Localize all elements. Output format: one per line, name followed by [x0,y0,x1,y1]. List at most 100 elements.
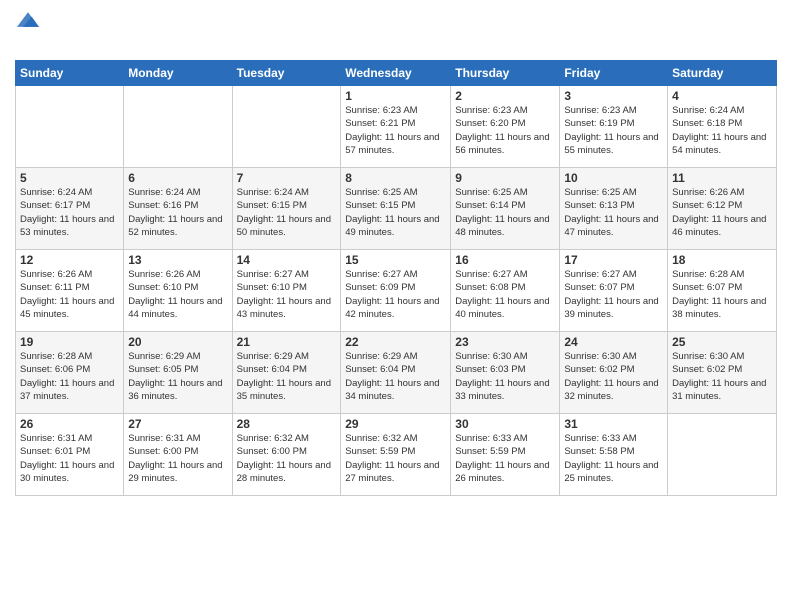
calendar-cell: 19Sunrise: 6:28 AM Sunset: 6:06 PM Dayli… [16,332,124,414]
day-number: 15 [345,253,446,267]
col-header-saturday: Saturday [668,61,777,86]
calendar-cell: 10Sunrise: 6:25 AM Sunset: 6:13 PM Dayli… [560,168,668,250]
day-info: Sunrise: 6:31 AM Sunset: 6:00 PM Dayligh… [128,432,227,485]
day-number: 28 [237,417,337,431]
day-number: 14 [237,253,337,267]
calendar-cell: 14Sunrise: 6:27 AM Sunset: 6:10 PM Dayli… [232,250,341,332]
day-number: 18 [672,253,772,267]
calendar-cell: 21Sunrise: 6:29 AM Sunset: 6:04 PM Dayli… [232,332,341,414]
calendar-week-row: 19Sunrise: 6:28 AM Sunset: 6:06 PM Dayli… [16,332,777,414]
page: SundayMondayTuesdayWednesdayThursdayFrid… [0,0,792,612]
day-info: Sunrise: 6:26 AM Sunset: 6:12 PM Dayligh… [672,186,772,239]
col-header-friday: Friday [560,61,668,86]
day-number: 19 [20,335,119,349]
calendar-cell [668,414,777,496]
col-header-sunday: Sunday [16,61,124,86]
calendar-cell: 18Sunrise: 6:28 AM Sunset: 6:07 PM Dayli… [668,250,777,332]
day-info: Sunrise: 6:23 AM Sunset: 6:19 PM Dayligh… [564,104,663,157]
day-number: 27 [128,417,227,431]
calendar-table: SundayMondayTuesdayWednesdayThursdayFrid… [15,60,777,496]
day-number: 3 [564,89,663,103]
calendar-week-row: 1Sunrise: 6:23 AM Sunset: 6:21 PM Daylig… [16,86,777,168]
col-header-wednesday: Wednesday [341,61,451,86]
calendar-cell: 28Sunrise: 6:32 AM Sunset: 6:00 PM Dayli… [232,414,341,496]
col-header-tuesday: Tuesday [232,61,341,86]
day-info: Sunrise: 6:27 AM Sunset: 6:07 PM Dayligh… [564,268,663,321]
calendar-cell: 5Sunrise: 6:24 AM Sunset: 6:17 PM Daylig… [16,168,124,250]
day-number: 9 [455,171,555,185]
calendar-cell: 20Sunrise: 6:29 AM Sunset: 6:05 PM Dayli… [124,332,232,414]
day-info: Sunrise: 6:26 AM Sunset: 6:10 PM Dayligh… [128,268,227,321]
calendar-cell: 13Sunrise: 6:26 AM Sunset: 6:10 PM Dayli… [124,250,232,332]
day-info: Sunrise: 6:27 AM Sunset: 6:10 PM Dayligh… [237,268,337,321]
calendar-cell [16,86,124,168]
calendar-cell: 22Sunrise: 6:29 AM Sunset: 6:04 PM Dayli… [341,332,451,414]
day-info: Sunrise: 6:29 AM Sunset: 6:04 PM Dayligh… [237,350,337,403]
calendar-cell: 2Sunrise: 6:23 AM Sunset: 6:20 PM Daylig… [451,86,560,168]
calendar-cell: 25Sunrise: 6:30 AM Sunset: 6:02 PM Dayli… [668,332,777,414]
day-info: Sunrise: 6:27 AM Sunset: 6:09 PM Dayligh… [345,268,446,321]
calendar-cell: 17Sunrise: 6:27 AM Sunset: 6:07 PM Dayli… [560,250,668,332]
calendar-cell: 8Sunrise: 6:25 AM Sunset: 6:15 PM Daylig… [341,168,451,250]
day-number: 24 [564,335,663,349]
day-number: 21 [237,335,337,349]
day-number: 31 [564,417,663,431]
calendar-cell: 31Sunrise: 6:33 AM Sunset: 5:58 PM Dayli… [560,414,668,496]
day-number: 25 [672,335,772,349]
day-number: 8 [345,171,446,185]
day-info: Sunrise: 6:24 AM Sunset: 6:16 PM Dayligh… [128,186,227,239]
day-number: 7 [237,171,337,185]
day-number: 23 [455,335,555,349]
calendar-cell: 4Sunrise: 6:24 AM Sunset: 6:18 PM Daylig… [668,86,777,168]
calendar-cell: 12Sunrise: 6:26 AM Sunset: 6:11 PM Dayli… [16,250,124,332]
day-info: Sunrise: 6:25 AM Sunset: 6:14 PM Dayligh… [455,186,555,239]
day-number: 6 [128,171,227,185]
day-info: Sunrise: 6:32 AM Sunset: 5:59 PM Dayligh… [345,432,446,485]
day-number: 5 [20,171,119,185]
calendar-cell: 7Sunrise: 6:24 AM Sunset: 6:15 PM Daylig… [232,168,341,250]
day-number: 17 [564,253,663,267]
day-info: Sunrise: 6:25 AM Sunset: 6:15 PM Dayligh… [345,186,446,239]
day-info: Sunrise: 6:33 AM Sunset: 5:58 PM Dayligh… [564,432,663,485]
logo [15,10,39,52]
day-info: Sunrise: 6:24 AM Sunset: 6:15 PM Dayligh… [237,186,337,239]
calendar-cell [232,86,341,168]
calendar-cell: 23Sunrise: 6:30 AM Sunset: 6:03 PM Dayli… [451,332,560,414]
day-info: Sunrise: 6:30 AM Sunset: 6:03 PM Dayligh… [455,350,555,403]
calendar-cell: 9Sunrise: 6:25 AM Sunset: 6:14 PM Daylig… [451,168,560,250]
calendar-cell: 15Sunrise: 6:27 AM Sunset: 6:09 PM Dayli… [341,250,451,332]
day-info: Sunrise: 6:30 AM Sunset: 6:02 PM Dayligh… [564,350,663,403]
calendar-cell: 29Sunrise: 6:32 AM Sunset: 5:59 PM Dayli… [341,414,451,496]
logo-icon [17,10,39,32]
day-info: Sunrise: 6:32 AM Sunset: 6:00 PM Dayligh… [237,432,337,485]
day-info: Sunrise: 6:28 AM Sunset: 6:07 PM Dayligh… [672,268,772,321]
day-number: 10 [564,171,663,185]
day-number: 12 [20,253,119,267]
day-info: Sunrise: 6:29 AM Sunset: 6:04 PM Dayligh… [345,350,446,403]
calendar-cell: 26Sunrise: 6:31 AM Sunset: 6:01 PM Dayli… [16,414,124,496]
calendar-cell: 30Sunrise: 6:33 AM Sunset: 5:59 PM Dayli… [451,414,560,496]
day-info: Sunrise: 6:27 AM Sunset: 6:08 PM Dayligh… [455,268,555,321]
day-number: 11 [672,171,772,185]
day-info: Sunrise: 6:23 AM Sunset: 6:20 PM Dayligh… [455,104,555,157]
day-number: 30 [455,417,555,431]
day-info: Sunrise: 6:30 AM Sunset: 6:02 PM Dayligh… [672,350,772,403]
day-info: Sunrise: 6:25 AM Sunset: 6:13 PM Dayligh… [564,186,663,239]
day-info: Sunrise: 6:26 AM Sunset: 6:11 PM Dayligh… [20,268,119,321]
day-info: Sunrise: 6:31 AM Sunset: 6:01 PM Dayligh… [20,432,119,485]
day-info: Sunrise: 6:24 AM Sunset: 6:17 PM Dayligh… [20,186,119,239]
day-info: Sunrise: 6:24 AM Sunset: 6:18 PM Dayligh… [672,104,772,157]
calendar-week-row: 12Sunrise: 6:26 AM Sunset: 6:11 PM Dayli… [16,250,777,332]
calendar-cell: 11Sunrise: 6:26 AM Sunset: 6:12 PM Dayli… [668,168,777,250]
day-number: 20 [128,335,227,349]
calendar-header-row: SundayMondayTuesdayWednesdayThursdayFrid… [16,61,777,86]
calendar-cell: 27Sunrise: 6:31 AM Sunset: 6:00 PM Dayli… [124,414,232,496]
day-number: 4 [672,89,772,103]
col-header-monday: Monday [124,61,232,86]
day-info: Sunrise: 6:33 AM Sunset: 5:59 PM Dayligh… [455,432,555,485]
day-number: 29 [345,417,446,431]
calendar-week-row: 26Sunrise: 6:31 AM Sunset: 6:01 PM Dayli… [16,414,777,496]
calendar-cell: 1Sunrise: 6:23 AM Sunset: 6:21 PM Daylig… [341,86,451,168]
header [15,10,777,52]
calendar-cell: 3Sunrise: 6:23 AM Sunset: 6:19 PM Daylig… [560,86,668,168]
